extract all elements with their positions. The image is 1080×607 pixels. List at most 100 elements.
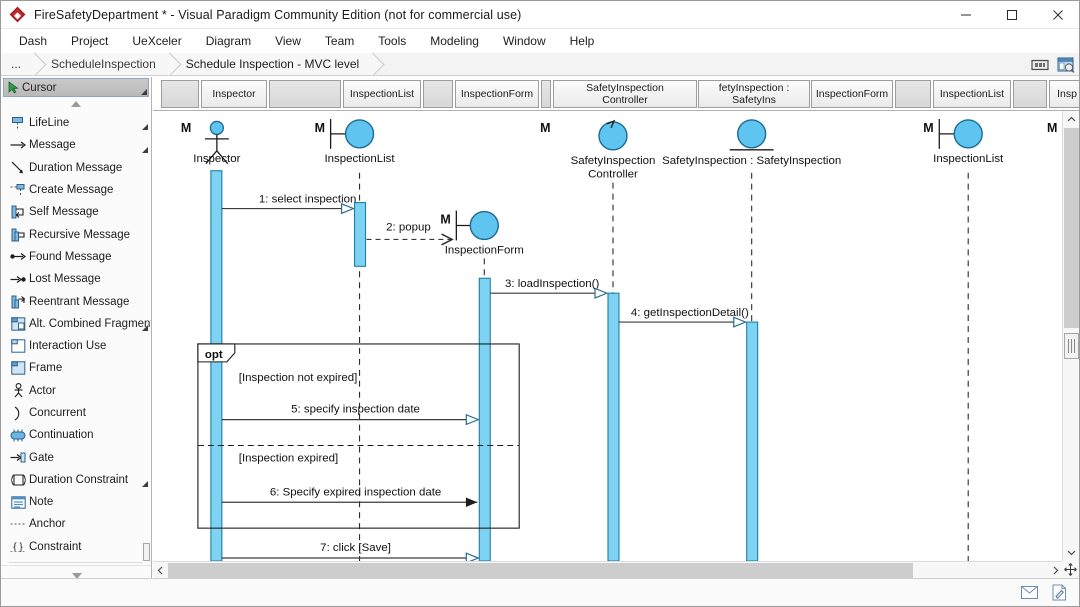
lifeline-inspector[interactable]: M Inspector (181, 120, 241, 561)
chevron-down-icon[interactable] (1063, 544, 1079, 561)
message-6[interactable]: 6: Specify expired inspection date (221, 486, 478, 508)
menu-item-modeling[interactable]: Modeling (418, 31, 491, 51)
menu-item-team[interactable]: Team (313, 31, 366, 51)
palette-item-create-message[interactable]: Create Message (1, 179, 151, 201)
boundary-circle (469, 210, 499, 241)
message-4[interactable]: 4: getInspectionDetail() (618, 307, 749, 322)
lifeline-inspectionform[interactable]: M InspectionForm (440, 210, 524, 561)
menu-item-window[interactable]: Window (491, 31, 558, 51)
palette-scrollbar-thumb[interactable] (143, 543, 150, 561)
palette-item-label: Alt. Combined Fragment (29, 317, 152, 330)
canvas-vertical-scrollbar[interactable] (1062, 111, 1079, 561)
activation-bar-inspector[interactable] (210, 170, 223, 561)
message-1[interactable]: 1: select inspection (221, 194, 357, 209)
palette-item-gate[interactable]: Gate (1, 446, 151, 468)
activation-bar-controller[interactable] (607, 292, 620, 561)
lifeline-header-cell[interactable]: InspectionList (343, 80, 421, 108)
minimize-icon[interactable] (943, 1, 989, 29)
palette-item-concurrent[interactable]: Concurrent (1, 402, 151, 424)
horizontal-scrollbar-track[interactable] (167, 562, 1048, 578)
lifeline-header-spacer[interactable] (541, 80, 551, 108)
palette-item-continuation[interactable]: Continuation (1, 424, 151, 446)
message-7[interactable]: 7: click [Save] (221, 542, 478, 558)
palette-item-lifeline[interactable]: LifeLine (1, 112, 151, 134)
menu-item-diagram[interactable]: Diagram (194, 31, 263, 51)
message-envelope-icon[interactable] (1017, 582, 1041, 604)
menu-item-uexceler[interactable]: UeXceler (120, 31, 193, 51)
lifeline-trailing[interactable]: M (1047, 121, 1057, 135)
title-bar: FireSafetyDepartment * - Visual Paradigm… (1, 1, 1079, 29)
message-5[interactable]: 5: specify inspection date (221, 404, 478, 420)
lifeline-header-cell[interactable]: InspectionForm (455, 80, 539, 108)
lifeline-header-spacer[interactable] (269, 80, 341, 108)
close-icon[interactable] (1035, 1, 1079, 29)
diagram-canvas[interactable]: M Inspector M InspectionList M Inspectio… (153, 111, 1062, 561)
lifeline-safetyinspectioncontroller[interactable]: M SafetyInspection Controller (540, 119, 655, 561)
palette-item-constraint[interactable]: { } Constraint (1, 536, 151, 558)
palette-item-note[interactable]: Note (1, 491, 151, 513)
menu-item-dash[interactable]: Dash (7, 31, 59, 51)
palette-item-interaction-use[interactable]: Interaction Use (1, 335, 151, 357)
lifeline-stereotype-m: M (923, 121, 933, 135)
lifeline-header-spacer[interactable] (161, 80, 199, 108)
lifeline-header-cell[interactable]: SafetyInspection Controller (553, 80, 697, 108)
fit-window-icon[interactable] (1029, 55, 1051, 75)
palette-item-recursive-message[interactable]: Recursive Message (1, 223, 151, 245)
palette-item-self-message[interactable]: Self Message (1, 201, 151, 223)
lifeline-header-spacer[interactable] (1013, 80, 1047, 108)
palette-item-message[interactable]: Message (1, 134, 151, 156)
lifeline-header-cell[interactable]: InspectionForm (811, 80, 893, 108)
chevron-left-icon[interactable] (153, 562, 167, 579)
palette-item-reentrant-message[interactable]: Reentrant Message (1, 290, 151, 312)
message-3[interactable]: 3: loadInspection() (490, 278, 607, 293)
menu-item-help[interactable]: Help (558, 31, 607, 51)
palette-item-label: Duration Constraint (29, 473, 129, 486)
activation-bar-inspectionlist[interactable] (354, 202, 367, 267)
pan-move-icon[interactable] (1062, 561, 1079, 578)
vertical-scrollbar-thumb[interactable] (1064, 128, 1079, 328)
breadcrumb-item-1[interactable]: ScheduleInspection (35, 53, 170, 75)
chevron-right-icon[interactable] (1048, 562, 1062, 579)
breadcrumb-item-0[interactable]: ... (1, 53, 36, 75)
activation-bar-inspectionform[interactable] (478, 277, 491, 561)
horizontal-scrollbar-thumb[interactable] (168, 562, 913, 578)
palette-item-duration-message[interactable]: Duration Message (1, 157, 151, 179)
palette-item-label: Recursive Message (29, 228, 130, 241)
breadcrumb-item-2[interactable]: Schedule Inspection - MVC level (169, 53, 374, 75)
window-controls (943, 1, 1079, 29)
edit-note-icon[interactable] (1047, 582, 1071, 604)
lifeline-inspectionlist-2[interactable]: M InspectionList (923, 118, 1004, 165)
chevron-up-icon[interactable] (1063, 111, 1079, 128)
menu-item-project[interactable]: Project (59, 31, 120, 51)
palette-scroll-up[interactable] (1, 97, 151, 111)
canvas-horizontal-scrollbar[interactable] (153, 561, 1062, 578)
lifeline-header-cell[interactable]: Inspector (201, 80, 267, 108)
concurrent-icon (7, 404, 29, 422)
activation-bar-safetyinspection[interactable] (746, 321, 759, 561)
lifeline-icon (7, 114, 29, 132)
duration-message-icon (7, 159, 29, 177)
lifeline-header-spacer[interactable] (423, 80, 453, 108)
palette-item-actor[interactable]: Actor (1, 380, 151, 402)
lifeline-header-spacer[interactable] (895, 80, 931, 108)
palette-item-duration-constraint[interactable]: Duration Constraint (1, 469, 151, 491)
palette-scrollbar[interactable] (142, 77, 151, 565)
fragment-operator-label: opt (205, 349, 223, 361)
maximize-icon[interactable] (989, 1, 1035, 29)
menu-item-view[interactable]: View (263, 31, 313, 51)
split-grip-icon[interactable] (1064, 333, 1079, 359)
lifeline-header-cell[interactable]: InspectionList (933, 80, 1011, 108)
palette-item-anchor[interactable]: Anchor (1, 513, 151, 535)
menu-item-tools[interactable]: Tools (366, 31, 418, 51)
lifeline-header-cell[interactable]: fetyInspection : SafetyIns (698, 80, 810, 108)
palette-item-frame[interactable]: Frame (1, 357, 151, 379)
open-specification-icon[interactable] (1055, 55, 1077, 75)
palette-item-alt-combined-fragment[interactable]: Alt. Combined Fragment (1, 313, 151, 335)
palette-item-found-message[interactable]: Found Message (1, 246, 151, 268)
control-circle (598, 121, 628, 151)
combined-fragment-opt[interactable]: opt [Inspection not expired] [Inspection… (197, 343, 520, 529)
message-1-label: 1: select inspection (259, 194, 357, 206)
palette-item-lost-message[interactable]: Lost Message (1, 268, 151, 290)
lifeline-header-cell[interactable]: Insp (1049, 80, 1079, 108)
palette-item-cursor[interactable]: Cursor (3, 78, 149, 97)
